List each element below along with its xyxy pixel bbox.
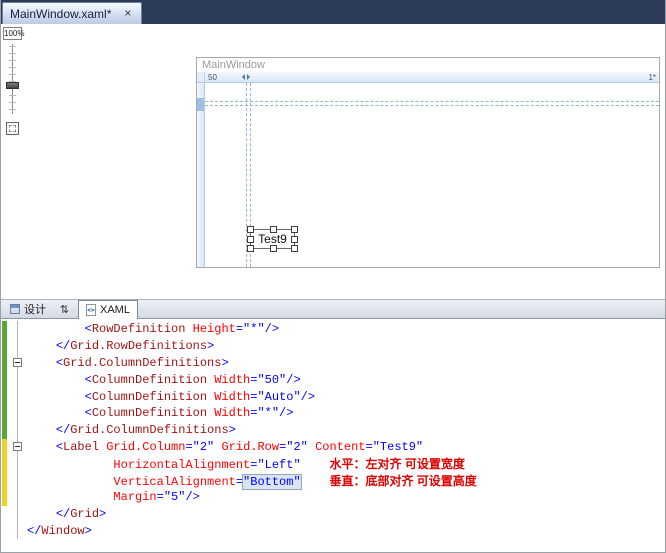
selection-handle[interactable]: [247, 226, 254, 233]
selection-handle[interactable]: [247, 245, 254, 252]
code-line[interactable]: <Label Grid.Column="2" Grid.Row="2" Cont…: [1, 438, 665, 456]
change-tracking-bar: [2, 506, 7, 523]
fold-gutter: [10, 338, 24, 355]
code-lines: <RowDefinition Height="*"/> </Grid.RowDe…: [1, 321, 665, 539]
change-tracking-bar: [2, 354, 7, 372]
pane-switcher-bar: 设计 ⇅ <> XAML: [1, 299, 665, 319]
fold-gutter: [10, 455, 24, 472]
code-line[interactable]: <RowDefinition Height="*"/>: [1, 321, 665, 338]
xaml-code-editor[interactable]: <RowDefinition Height="*"/> </Grid.RowDe…: [1, 319, 665, 552]
document-tab[interactable]: MainWindow.xaml* ×: [2, 2, 143, 24]
selection-handle[interactable]: [269, 226, 277, 233]
tab-xaml[interactable]: <> XAML: [78, 300, 138, 319]
grid-row-line: [205, 105, 659, 106]
row-ruler[interactable]: [197, 83, 205, 267]
code-line[interactable]: VerticalAlignment="Bottom" 垂直：底部对齐 可设置高度: [1, 472, 665, 490]
code-text: <ColumnDefinition Width="Auto"/>: [84, 389, 316, 404]
code-text: </Grid>: [55, 507, 107, 522]
fit-to-screen-button[interactable]: [6, 122, 19, 135]
fold-gutter: [10, 355, 24, 372]
code-text: <ColumnDefinition Width="*"/>: [84, 406, 294, 421]
column-width-label: 50: [208, 73, 217, 82]
selection-handle[interactable]: [291, 236, 298, 243]
fold-gutter: [10, 489, 24, 506]
vertical-swap-icon: ⇅: [59, 302, 70, 316]
change-tracking-bar: [2, 455, 7, 473]
fold-gutter: [10, 422, 24, 439]
close-icon[interactable]: ×: [121, 7, 134, 20]
code-line[interactable]: <Grid.ColumnDefinitions>: [1, 354, 665, 372]
selection-handle[interactable]: [291, 226, 298, 233]
code-text: Margin="5"/>: [113, 490, 200, 505]
column-ruler[interactable]: 50 1*: [205, 72, 659, 83]
selected-label-control[interactable]: Test9: [247, 226, 298, 252]
change-tracking-bar: [2, 337, 7, 355]
grid-row-line: [205, 101, 659, 102]
code-line[interactable]: </Grid.ColumnDefinitions>: [1, 421, 665, 439]
document-tab-bar: MainWindow.xaml* ×: [1, 0, 665, 24]
zoom-panel: 100%: [3, 27, 24, 135]
code-line[interactable]: <ColumnDefinition Width="*"/>: [1, 404, 665, 422]
tab-xaml-label: XAML: [100, 304, 130, 316]
ruler-corner: [197, 72, 205, 83]
change-tracking-bar: [2, 388, 7, 405]
swap-panes-button[interactable]: ⇅: [56, 301, 73, 317]
form-designer-icon: [10, 304, 20, 314]
fold-gutter: [10, 321, 24, 338]
collapse-icon[interactable]: [12, 358, 22, 368]
fold-gutter: [10, 388, 24, 405]
tab-design-label: 设计: [24, 304, 46, 316]
fold-gutter: [10, 371, 24, 388]
change-tracking-bar: [2, 472, 7, 489]
code-text: </Grid.RowDefinitions>: [55, 339, 215, 354]
label-text: Test9: [258, 232, 287, 246]
change-tracking-bar: [2, 421, 7, 439]
change-tracking-bar: [2, 321, 7, 338]
selection-handle[interactable]: [291, 245, 298, 252]
code-line[interactable]: <ColumnDefinition Width="Auto"/>: [1, 388, 665, 405]
star-column-label: 1*: [648, 73, 656, 82]
fold-gutter: [10, 439, 24, 456]
change-tracking-bar: [2, 438, 7, 456]
zoom-slider[interactable]: [6, 44, 19, 114]
design-preview[interactable]: MainWindow 50 1* Test9: [196, 57, 660, 268]
design-canvas[interactable]: 50 1* Test9: [197, 72, 659, 267]
selection-handle[interactable]: [269, 245, 277, 252]
preview-window-title: MainWindow: [202, 59, 265, 71]
designer-pane: 100% MainWindow 50 1* Test9: [1, 24, 665, 299]
column-boundary-marker-icon: [242, 73, 250, 81]
code-text: </Grid.ColumnDefinitions>: [55, 423, 236, 438]
collapse-icon[interactable]: [12, 442, 22, 452]
code-line[interactable]: <ColumnDefinition Width="50"/>: [1, 371, 665, 389]
change-tracking-bar: [2, 371, 7, 389]
tab-design[interactable]: 设计: [5, 301, 51, 317]
change-tracking-bar: [2, 523, 7, 540]
change-tracking-bar: [2, 404, 7, 422]
zoom-slider-thumb[interactable]: [6, 82, 19, 89]
code-text: VerticalAlignment="Bottom" 垂直：底部对齐 可设置高度: [113, 474, 477, 490]
row-boundary-marker: [197, 98, 204, 111]
xaml-doc-icon: <>: [86, 304, 96, 316]
code-text: <RowDefinition Height="*"/>: [84, 322, 280, 337]
selection-handle[interactable]: [247, 236, 254, 243]
code-text: HorizontalAlignment="Left" 水平：左对齐 可设置宽度: [113, 457, 465, 473]
code-text: </Window>: [27, 523, 92, 538]
zoom-level-display[interactable]: 100%: [3, 27, 24, 40]
code-line[interactable]: </Window>: [1, 523, 665, 540]
code-line[interactable]: Margin="5"/>: [1, 488, 665, 506]
fold-gutter: [10, 506, 24, 523]
code-text: <ColumnDefinition Width="50"/>: [84, 372, 301, 387]
code-line[interactable]: </Grid.RowDefinitions>: [1, 337, 665, 355]
change-tracking-bar: [2, 488, 7, 506]
code-line[interactable]: </Grid>: [1, 506, 665, 523]
fold-gutter: [10, 472, 24, 489]
fold-gutter: [10, 405, 24, 422]
fold-gutter: [10, 523, 24, 540]
code-line[interactable]: HorizontalAlignment="Left" 水平：左对齐 可设置宽度: [1, 455, 665, 472]
vs-window: MainWindow.xaml* × 100% MainWindow 50 1*: [0, 0, 666, 553]
code-text: <Grid.ColumnDefinitions>: [55, 355, 229, 370]
code-text: <Label Grid.Column="2" Grid.Row="2" Cont…: [55, 439, 424, 454]
document-tab-label: MainWindow.xaml*: [10, 6, 112, 21]
